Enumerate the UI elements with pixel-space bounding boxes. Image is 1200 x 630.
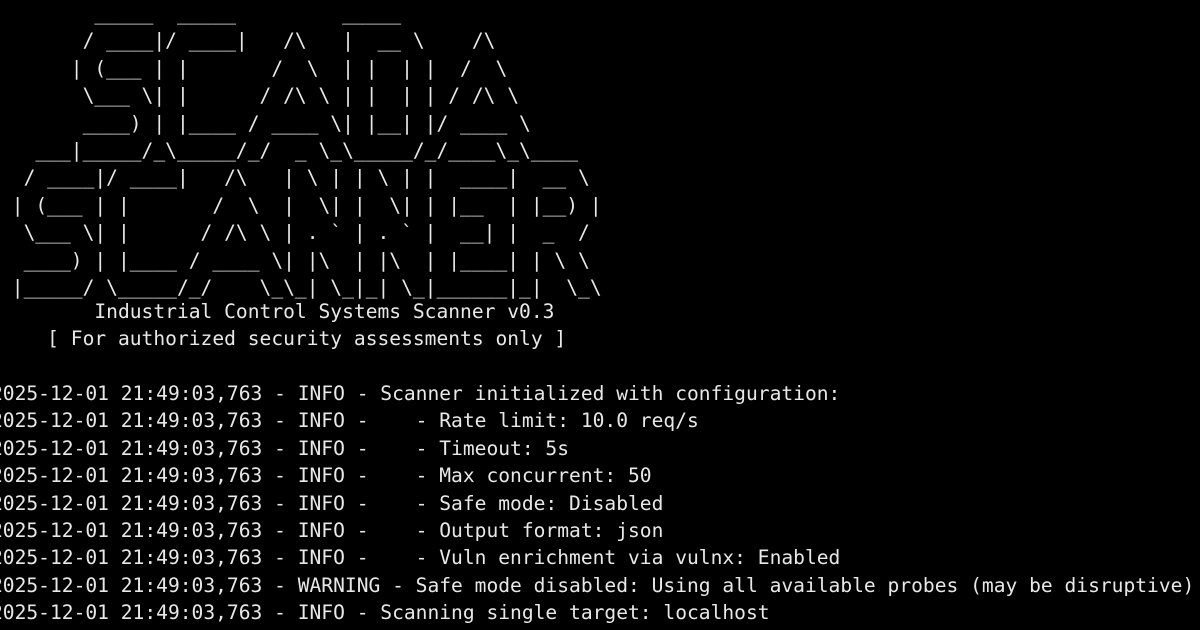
banner-line: ___|_____/_\_____/_/ _ \_\_____/_/____\_… xyxy=(0,139,579,162)
log-line: 2025-12-01 21:49:03,763 - INFO - - Timeo… xyxy=(0,436,570,460)
banner-line: \___ \| | / /\ \ | . ` | . ` | __| | _ / xyxy=(0,221,590,245)
log-line-warning: 2025-12-01 21:49:03,763 - WARNING - Safe… xyxy=(0,573,1195,597)
log-line: 2025-12-01 21:49:03,763 - INFO - Scanner… xyxy=(0,382,841,405)
banner-line: \___ \| | / /\ \ | | | | / /\ \ xyxy=(0,84,520,108)
scanner-subtitle: Industrial Control Systems Scanner v0.3 xyxy=(0,300,555,323)
log-line: 2025-12-01 21:49:03,763 - INFO - Scannin… xyxy=(0,601,770,625)
log-line: 2025-12-01 21:49:03,763 - INFO - - Vuln … xyxy=(0,546,841,570)
banner-line: ____) | |____ / ____ \| |__| |/ ____ \ xyxy=(0,111,531,135)
banner-line: ____) | |____ / ____ \| |\ | |\ | |____|… xyxy=(0,248,590,272)
banner-line: / ____|/ ____| /\ | __ \ /\ xyxy=(0,29,496,53)
terminal-window[interactable]: _____ _____ _____ / ____|/ ____| /\ | __… xyxy=(0,0,1200,630)
banner-line: _____ _____ _____ xyxy=(0,2,402,25)
authorization-notice: [ For authorized security assessments on… xyxy=(0,327,567,351)
banner-line: | (___ | | / \ | | | | / \ xyxy=(0,56,508,80)
log-line: 2025-12-01 21:49:03,763 - INFO - - Safe … xyxy=(0,491,664,515)
banner-line: / ____|/ ____| /\ | \ | | \ | | ____| __… xyxy=(0,166,590,190)
log-line: 2025-12-01 21:49:03,763 - INFO - - Outpu… xyxy=(0,519,664,542)
log-line: 2025-12-01 21:49:03,763 - INFO - - Rate … xyxy=(0,409,699,433)
log-line: 2025-12-01 21:49:03,763 - INFO - - Max c… xyxy=(0,464,652,488)
banner-line: | (___ | | / \ | \| | \| | |__ | |__) | xyxy=(0,193,602,217)
